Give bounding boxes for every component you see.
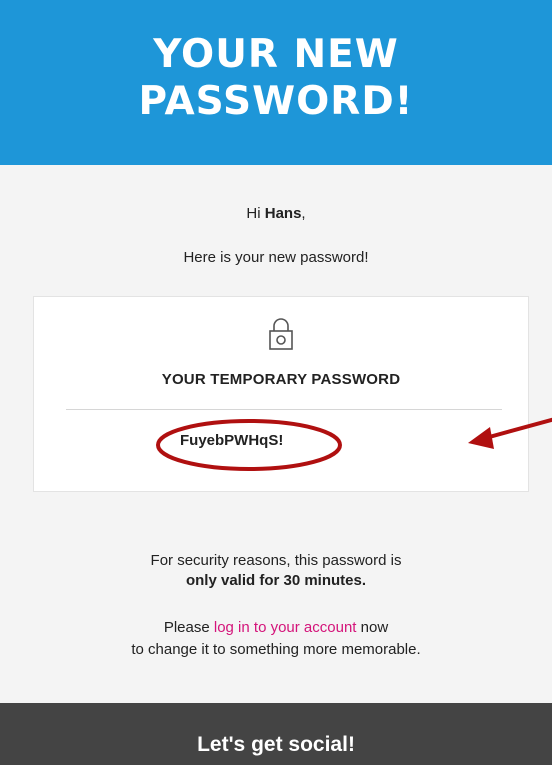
user-name: Hans [264, 205, 302, 222]
lock-icon [269, 318, 293, 350]
card-heading: YOUR TEMPORARY PASSWORD [161, 371, 401, 388]
login-note: Please log in to your account now to cha… [0, 617, 552, 661]
annotation-arrow-icon [468, 417, 552, 449]
card-divider [66, 409, 502, 410]
footer-title: Let's get social! [197, 733, 355, 756]
header-banner: YOUR NEW PASSWORD! [0, 0, 552, 165]
title-line-1: YOUR NEW [153, 31, 399, 77]
temporary-password[interactable]: FuyebPWHqS! [180, 432, 310, 449]
security-note: For security reasons, this password is o… [0, 551, 552, 591]
greeting: Hi Hans, [0, 205, 552, 222]
greeting-prefix: Hi [246, 205, 265, 222]
password-card: YOUR TEMPORARY PASSWORD FuyebPWHqS! [33, 296, 552, 492]
security-line-2: only valid for 30 minutes. [185, 572, 367, 589]
login-link[interactable]: log in to your account [214, 619, 357, 636]
page-title: YOUR NEW PASSWORD! [139, 31, 414, 125]
title-line-2: PASSWORD! [138, 78, 414, 124]
intro-text: Here is your new password! [183, 249, 369, 266]
login-line-2: to change it to something more memorable… [131, 641, 421, 658]
email-page: YOUR NEW PASSWORD! Hi Hans, Here is your… [0, 0, 552, 765]
email-body: Hi Hans, Here is your new password! YOUR… [0, 165, 552, 703]
greeting-suffix: , [301, 205, 306, 222]
footer-banner: Let's get social! [0, 703, 552, 765]
security-line-1: For security reasons, this password is [150, 552, 402, 569]
login-prefix: Please [163, 619, 214, 636]
login-suffix: now [356, 619, 389, 636]
